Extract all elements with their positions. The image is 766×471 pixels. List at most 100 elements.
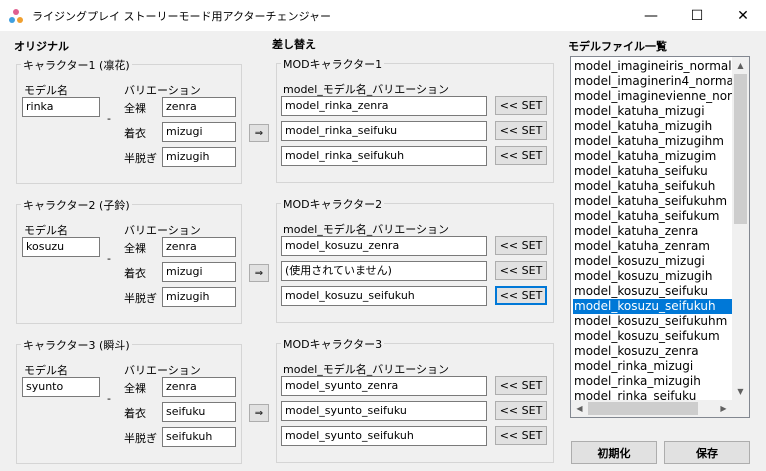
original-section-title: オリジナル	[14, 40, 69, 53]
original-character-2-model-input[interactable]: kosuzu	[22, 237, 100, 257]
mod-character-2-value-2-input[interactable]: (使用されていません)	[281, 261, 487, 281]
list-vertical-scrollbar[interactable]: ▲ ▼	[732, 57, 749, 400]
mod-character-3-value-1-input[interactable]: model_syunto_zenra	[281, 376, 487, 396]
original-character-3-label: キャラクター3 (瞬斗)	[21, 337, 132, 353]
model-name-label: モデル名	[24, 364, 68, 377]
original-character-1-variation-3-input[interactable]: mizugih	[162, 147, 236, 167]
mod-field-label: model_モデル名_バリエーション	[283, 83, 450, 96]
original-character-2-variation-3-input[interactable]: mizugih	[162, 287, 236, 307]
variation-label: バリエーション	[124, 364, 201, 377]
separator-dash: -	[107, 112, 111, 125]
scroll-right-arrow-icon[interactable]: ▶	[715, 400, 732, 417]
mod-character-3-set-button-2[interactable]: << SET	[495, 401, 547, 420]
list-item[interactable]: model_imaginevienne_normal	[573, 89, 749, 104]
copy-arrow-button-2[interactable]: ⇒	[249, 264, 269, 282]
list-item[interactable]: model_katuha_seifuku	[573, 164, 708, 179]
list-horizontal-thumb[interactable]	[588, 402, 698, 415]
variation-type-label-3: 半脱ぎ	[124, 152, 157, 165]
mod-character-2-set-button-3[interactable]: << SET	[495, 286, 547, 305]
mod-field-label: model_モデル名_バリエーション	[283, 363, 450, 376]
original-character-3-model-input[interactable]: syunto	[22, 377, 100, 397]
list-item[interactable]: model_kosuzu_seifukum	[573, 329, 720, 344]
original-character-2-variation-1-input[interactable]: zenra	[162, 237, 236, 257]
variation-label: バリエーション	[124, 224, 201, 237]
list-item[interactable]: model_rinka_mizugi	[573, 359, 693, 374]
mod-character-2-value-3-input[interactable]: model_kosuzu_seifukuh	[281, 286, 487, 306]
list-item[interactable]: model_katuha_seifukuhm	[573, 194, 727, 209]
model-name-label: モデル名	[24, 84, 68, 97]
mod-character-1-set-button-3[interactable]: << SET	[495, 146, 547, 165]
scroll-down-arrow-icon[interactable]: ▼	[732, 383, 749, 400]
list-item[interactable]: model_kosuzu_seifukuhm	[573, 314, 727, 329]
original-character-1-variation-1-input[interactable]: zenra	[162, 97, 236, 117]
mod-character-3-label: MODキャラクター3	[281, 336, 385, 352]
list-item[interactable]: model_imagineiris_normal	[573, 59, 732, 74]
title-bar[interactable]: ライジングプレイ ストーリーモード用アクターチェンジャー — ☐ ✕	[0, 0, 766, 31]
mod-character-2-set-button-1[interactable]: << SET	[495, 236, 547, 255]
list-item[interactable]: model_katuha_seifukum	[573, 209, 719, 224]
list-item[interactable]: model_kosuzu_mizugi	[573, 254, 705, 269]
mod-character-3-value-3-input[interactable]: model_syunto_seifukuh	[281, 426, 487, 446]
variation-type-label-2: 着衣	[124, 407, 146, 420]
replace-section-title: 差し替え	[272, 38, 316, 51]
original-character-3-variation-1-input[interactable]: zenra	[162, 377, 236, 397]
original-character-3-variation-2-input[interactable]: seifuku	[162, 402, 236, 422]
variation-type-label-3: 半脱ぎ	[124, 292, 157, 305]
original-character-1-label: キャラクター1 (凛花)	[21, 57, 132, 73]
mod-field-label: model_モデル名_バリエーション	[283, 223, 450, 236]
model-name-label: モデル名	[24, 224, 68, 237]
list-item[interactable]: model_katuha_zenram	[573, 239, 710, 254]
separator-dash: -	[107, 252, 111, 265]
save-button[interactable]: 保存	[664, 441, 750, 464]
original-character-2-variation-2-input[interactable]: mizugi	[162, 262, 236, 282]
list-item[interactable]: model_katuha_seifukuh	[573, 179, 715, 194]
list-item[interactable]: model_katuha_mizugi	[573, 104, 705, 119]
scrollbar-corner	[732, 400, 749, 417]
list-item[interactable]: model_katuha_mizugih	[573, 119, 712, 134]
original-character-1-variation-2-input[interactable]: mizugi	[162, 122, 236, 142]
variation-type-label-1: 全裸	[124, 102, 146, 115]
list-item-selected[interactable]: model_kosuzu_seifukuh	[573, 299, 733, 314]
maximize-button[interactable]: ☐	[674, 0, 720, 31]
scroll-up-arrow-icon[interactable]: ▲	[732, 57, 749, 74]
mod-character-1-value-3-input[interactable]: model_rinka_seifukuh	[281, 146, 487, 166]
copy-arrow-button-3[interactable]: ⇒	[249, 404, 269, 422]
separator-dash: -	[107, 392, 111, 405]
list-item[interactable]: model_katuha_mizugihm	[573, 134, 724, 149]
mod-character-1-set-button-2[interactable]: << SET	[495, 121, 547, 140]
variation-type-label-1: 全裸	[124, 382, 146, 395]
variation-type-label-1: 全裸	[124, 242, 146, 255]
list-item[interactable]: model_rinka_mizugih	[573, 374, 701, 389]
variation-label: バリエーション	[124, 84, 201, 97]
close-button[interactable]: ✕	[720, 0, 766, 31]
list-item[interactable]: model_kosuzu_seifuku	[573, 284, 708, 299]
list-item[interactable]: model_katuha_mizugim	[573, 149, 716, 164]
initialize-button[interactable]: 初期化	[571, 441, 657, 464]
window-title: ライジングプレイ ストーリーモード用アクターチェンジャー	[32, 10, 331, 23]
original-character-2-label: キャラクター2 (子鈴)	[21, 197, 132, 213]
scroll-left-arrow-icon[interactable]: ◀	[571, 400, 588, 417]
app-icon	[9, 9, 23, 23]
variation-type-label-2: 着衣	[124, 267, 146, 280]
minimize-button[interactable]: —	[628, 0, 674, 31]
mod-character-2-set-button-2[interactable]: << SET	[495, 261, 547, 280]
list-horizontal-scrollbar[interactable]: ◀ ▶	[571, 400, 732, 417]
copy-arrow-button-1[interactable]: ⇒	[249, 124, 269, 142]
mod-character-2-value-1-input[interactable]: model_kosuzu_zenra	[281, 236, 487, 256]
mod-character-1-value-1-input[interactable]: model_rinka_zenra	[281, 96, 487, 116]
mod-character-1-set-button-1[interactable]: << SET	[495, 96, 547, 115]
original-character-3-variation-3-input[interactable]: seifukuh	[162, 427, 236, 447]
mod-character-1-value-2-input[interactable]: model_rinka_seifuku	[281, 121, 487, 141]
list-item[interactable]: model_imaginerin4_normal	[573, 74, 737, 89]
mod-character-3-set-button-3[interactable]: << SET	[495, 426, 547, 445]
list-item[interactable]: model_kosuzu_zenra	[573, 344, 699, 359]
list-item[interactable]: model_katuha_zenra	[573, 224, 698, 239]
original-character-1-model-input[interactable]: rinka	[22, 97, 100, 117]
model-file-list[interactable]: model_imagineiris_normal model_imaginerin…	[570, 56, 750, 418]
list-item[interactable]: model_kosuzu_mizugih	[573, 269, 712, 284]
variation-type-label-3: 半脱ぎ	[124, 432, 157, 445]
mod-character-3-set-button-1[interactable]: << SET	[495, 376, 547, 395]
mod-character-3-value-2-input[interactable]: model_syunto_seifuku	[281, 401, 487, 421]
list-vertical-thumb[interactable]	[734, 74, 747, 224]
variation-type-label-2: 着衣	[124, 127, 146, 140]
